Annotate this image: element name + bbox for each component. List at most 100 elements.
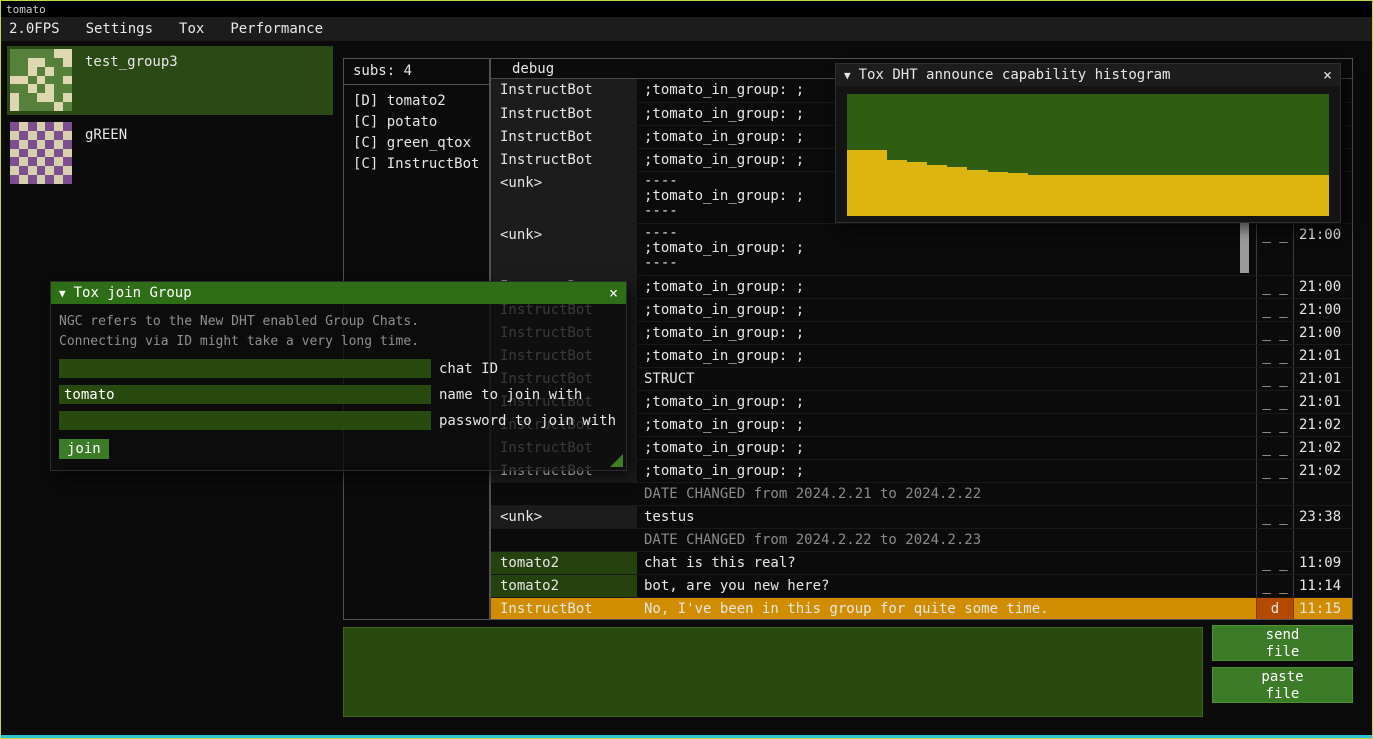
message-flags: _ _ <box>1256 224 1293 275</box>
message-time: 11:09 <box>1293 552 1352 574</box>
message-flags: _ _ <box>1256 506 1293 528</box>
message-time <box>1293 483 1352 505</box>
member-list: [D] tomato2[C] potato[C] green_qtox[C] I… <box>344 85 489 175</box>
window-titlebar: tomato <box>1 1 1372 17</box>
collapse-icon[interactable]: ▼ <box>59 287 66 300</box>
sender-name: tomato2 <box>491 575 637 597</box>
histogram-bar <box>1228 175 1248 216</box>
chat-message-row: tomato2bot, are you new here?_ _11:14 <box>491 574 1352 597</box>
resize-handle-icon[interactable] <box>610 454 623 467</box>
menu-performance[interactable]: Performance <box>230 21 323 37</box>
message-flags <box>1256 483 1293 505</box>
member-item[interactable]: [C] potato <box>344 112 489 133</box>
chat-message-row: <unk>---- ;tomato_in_group: ; ----_ _21:… <box>491 223 1352 275</box>
join-field-row: name to join with <box>59 385 618 404</box>
message-time: 21:01 <box>1293 391 1352 413</box>
message-text: No, I've been in this group for quite so… <box>637 598 1256 619</box>
message-flags: _ _ <box>1256 322 1293 344</box>
message-flags <box>1256 529 1293 551</box>
message-time: 21:01 <box>1293 345 1352 367</box>
join-button[interactable]: join <box>59 439 109 459</box>
histogram-bar <box>1168 175 1188 216</box>
member-item[interactable]: [C] InstructBot <box>344 154 489 175</box>
message-text: ;tomato_in_group: ; <box>637 299 1256 321</box>
histogram-bar <box>927 165 947 216</box>
group-name: gREEN <box>85 127 127 188</box>
histogram-bar <box>1048 175 1068 216</box>
message-time: 21:00 <box>1293 276 1352 298</box>
group-name: test_group3 <box>85 54 178 115</box>
message-flags: _ _ <box>1256 391 1293 413</box>
message-text: ;tomato_in_group: ; <box>637 460 1256 482</box>
message-time <box>1293 529 1352 551</box>
histogram-bar <box>1108 175 1128 216</box>
message-text: ;tomato_in_group: ; <box>637 322 1256 344</box>
join-input-name-to-join-with[interactable] <box>59 385 431 404</box>
group-item-test_group3[interactable]: test_group3 <box>7 46 333 115</box>
message-time: 21:00 <box>1293 299 1352 321</box>
histogram-bar <box>1148 175 1168 216</box>
join-input-password-to-join-with[interactable] <box>59 411 431 430</box>
sender-name: tomato2 <box>491 552 637 574</box>
message-time: 11:14 <box>1293 575 1352 597</box>
histogram-bar <box>1188 175 1208 216</box>
sender-name: InstructBot <box>491 103 637 125</box>
system-text: DATE CHANGED from 2024.2.21 to 2024.2.22 <box>637 483 1256 505</box>
sender-name <box>491 529 637 551</box>
chat-message-row: InstructBotNo, I've been in this group f… <box>491 597 1352 619</box>
join-window-body: NGC refers to the New DHT enabled Group … <box>51 304 626 467</box>
message-text: ;tomato_in_group: ; <box>637 345 1256 367</box>
histogram-bar <box>1269 175 1289 216</box>
join-input-chat-ID[interactable] <box>59 359 431 378</box>
menu-tox[interactable]: Tox <box>179 21 204 37</box>
send-file-button[interactable]: send file <box>1212 625 1353 661</box>
message-flags: _ _ <box>1256 345 1293 367</box>
composer-input[interactable] <box>343 627 1203 717</box>
message-time: 21:02 <box>1293 414 1352 436</box>
message-text: ;tomato_in_group: ; <box>637 391 1256 413</box>
member-item[interactable]: [D] tomato2 <box>344 91 489 112</box>
histogram-window: ▼ Tox DHT announce capability histogram … <box>835 63 1341 223</box>
histogram-bar <box>1309 175 1329 216</box>
tab-debug[interactable]: debug <box>512 61 554 77</box>
message-flags: _ _ <box>1256 552 1293 574</box>
window-title: tomato <box>6 3 46 16</box>
sender-name: InstructBot <box>491 598 637 619</box>
sender-name: InstructBot <box>491 79 637 102</box>
group-item-gREEN[interactable]: gREEN <box>7 119 333 188</box>
sender-name <box>491 483 637 505</box>
join-info-line-1: NGC refers to the New DHT enabled Group … <box>59 312 618 332</box>
chat-message-row: tomato2chat is this real?_ _11:09 <box>491 551 1352 574</box>
message-time: 21:00 <box>1293 322 1352 344</box>
close-icon[interactable]: × <box>609 284 618 302</box>
group-list: test_group3 gREEN <box>7 46 333 192</box>
close-icon[interactable]: × <box>1323 66 1332 84</box>
collapse-icon[interactable]: ▼ <box>844 69 851 82</box>
message-flags: _ _ <box>1256 460 1293 482</box>
menu-settings[interactable]: Settings <box>86 21 153 37</box>
histogram-bar <box>1128 175 1148 216</box>
group-avatar <box>10 122 72 184</box>
sender-name: <unk> <box>491 172 637 223</box>
histogram-bar <box>947 167 967 216</box>
message-time: 21:02 <box>1293 437 1352 459</box>
chat-message-row: <unk>testus_ _23:38 <box>491 505 1352 528</box>
join-group-window: ▼ Tox join Group × NGC refers to the New… <box>50 281 627 471</box>
group-avatar <box>10 49 72 111</box>
members-count: subs: 4 <box>344 59 489 85</box>
join-field-label: password to join with <box>439 413 616 429</box>
join-window-titlebar: ▼ Tox join Group × <box>51 282 626 304</box>
histogram-bar <box>867 150 887 216</box>
message-time: 21:02 <box>1293 460 1352 482</box>
paste-file-button[interactable]: paste file <box>1212 667 1353 703</box>
join-field-row: password to join with <box>59 411 618 430</box>
join-field-label: name to join with <box>439 387 582 403</box>
bottom-accent-bar <box>1 735 1372 738</box>
join-window-title: Tox join Group <box>74 285 192 301</box>
histogram-bar <box>1208 175 1228 216</box>
message-flags: _ _ <box>1256 575 1293 597</box>
sender-name: InstructBot <box>491 149 637 171</box>
histogram-bar <box>1289 175 1309 216</box>
message-time: 11:15 <box>1293 598 1352 619</box>
member-item[interactable]: [C] green_qtox <box>344 133 489 154</box>
